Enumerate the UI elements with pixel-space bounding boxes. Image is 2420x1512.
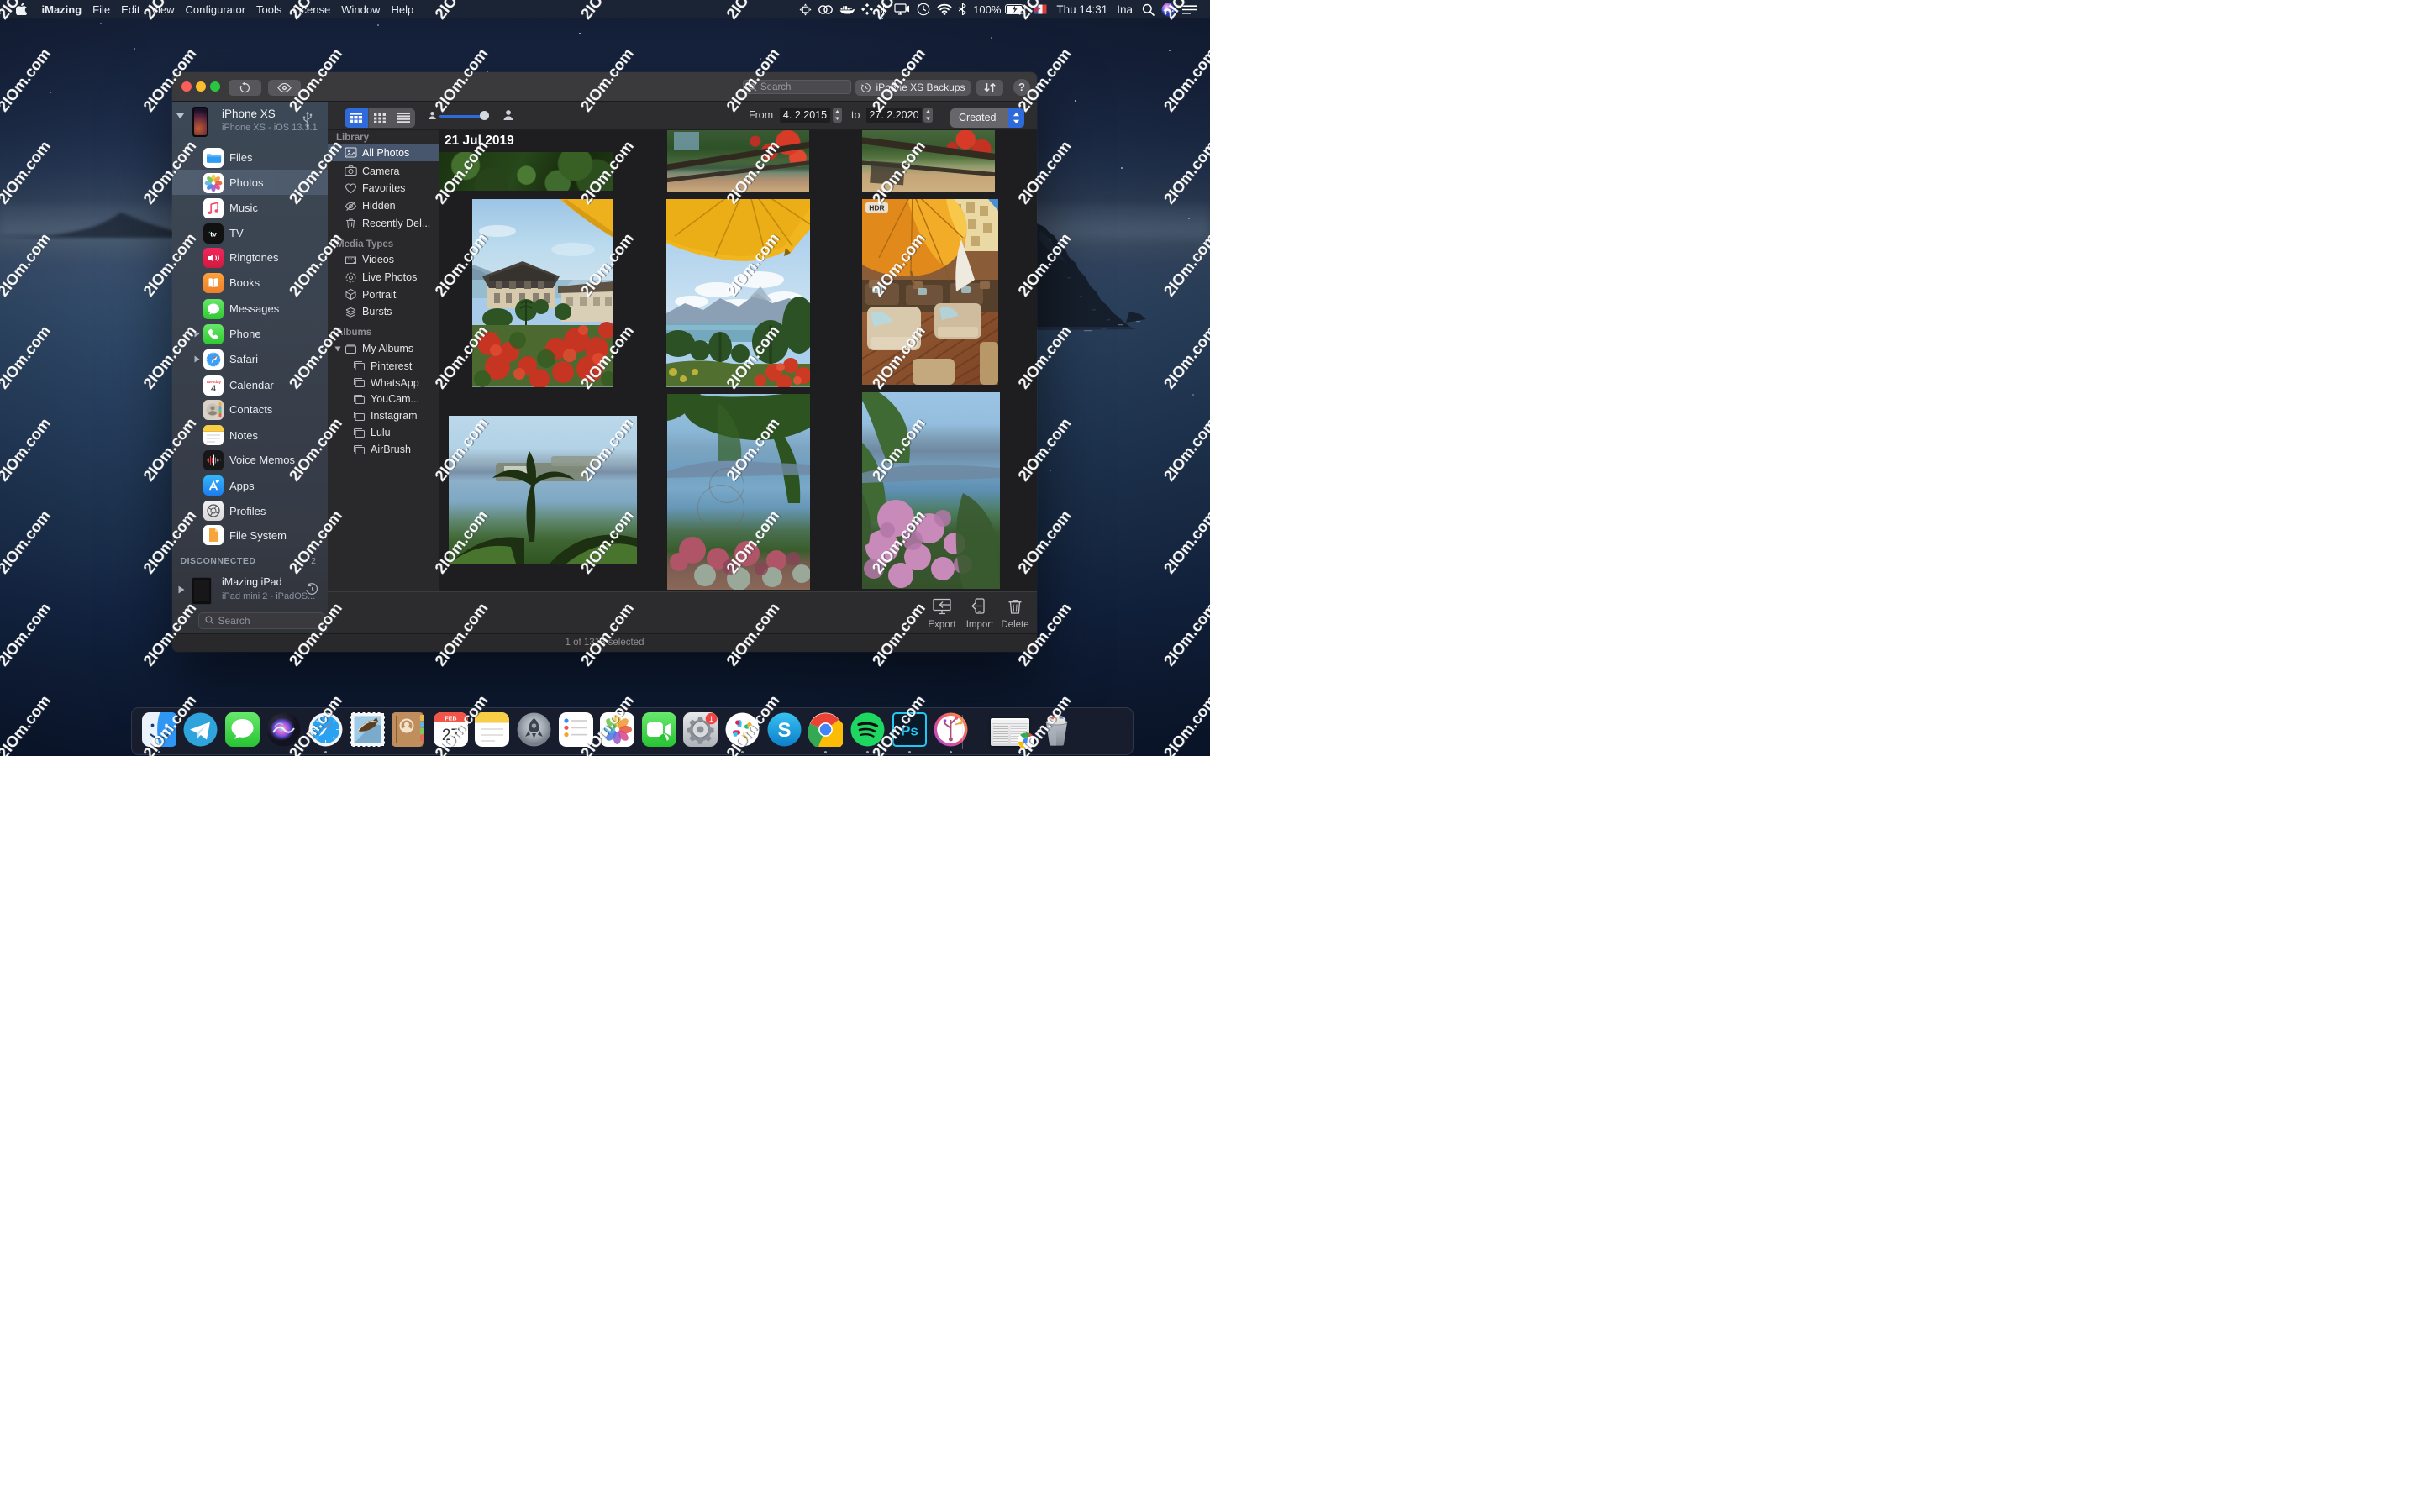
svg-text:4: 4 <box>211 384 216 394</box>
svg-text:27: 27 <box>442 727 460 744</box>
svg-text:HDR: HDR <box>869 204 884 213</box>
svg-text:1: 1 <box>709 715 713 724</box>
svg-text:Ps: Ps <box>901 723 918 739</box>
svg-text:FEB: FEB <box>445 717 456 722</box>
svg-text:tv: tv <box>210 229 217 238</box>
svg-text:S: S <box>777 719 791 742</box>
